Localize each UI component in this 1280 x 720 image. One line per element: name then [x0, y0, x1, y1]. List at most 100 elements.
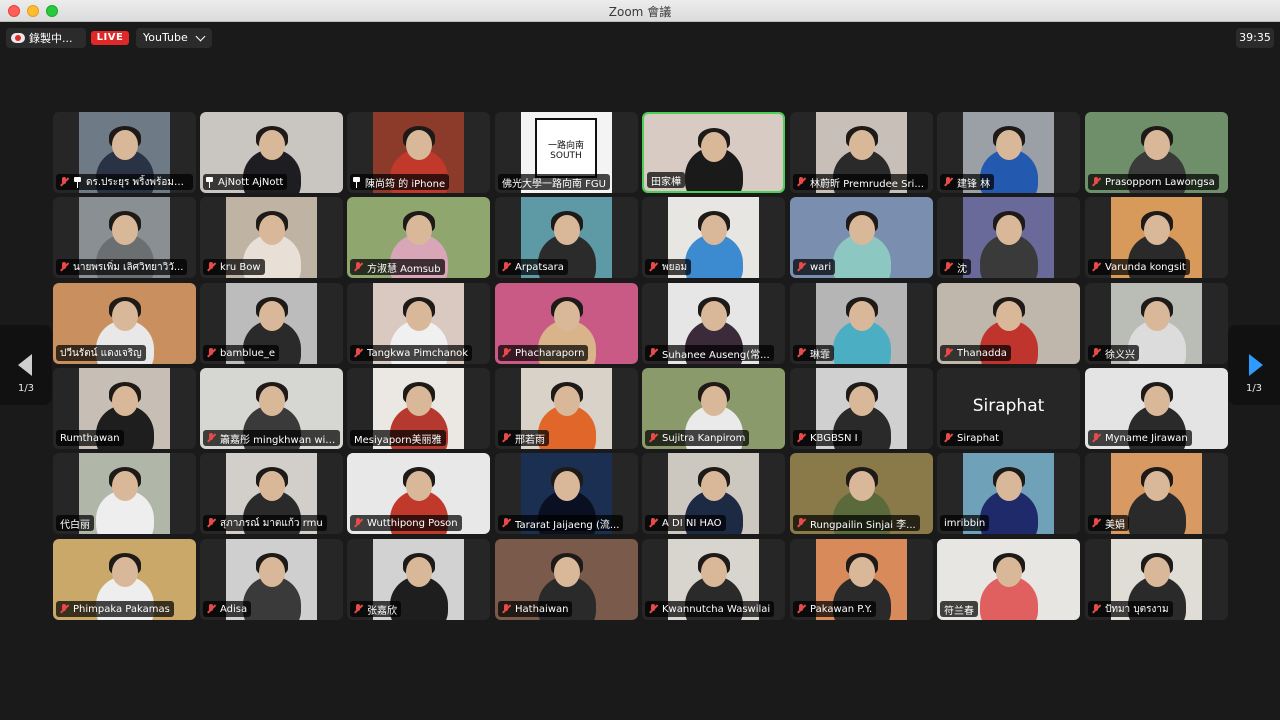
participant-tile[interactable]: Suhanee Auseng(常...: [642, 283, 785, 364]
participant-tile[interactable]: Thanadda: [937, 283, 1080, 364]
previous-page-button[interactable]: 1/3: [0, 325, 52, 405]
person-face: [111, 386, 138, 416]
participant-tile[interactable]: Varunda kongsit: [1085, 197, 1228, 278]
participant-tile[interactable]: A DI NI HAO: [642, 453, 785, 534]
participant-tile[interactable]: KBGBSN I: [790, 368, 933, 449]
participant-tile[interactable]: Myname Jirawan: [1085, 368, 1228, 449]
participant-tile[interactable]: Tararat Jaijaeng (流...: [495, 453, 638, 534]
participant-tile[interactable]: Tangkwa Pimchanok: [347, 283, 490, 364]
participant-name: ดร.ประยุร พริ้งพร้อมพ...: [86, 176, 189, 188]
participant-tile[interactable]: Phimpaka Pakamas: [53, 539, 196, 620]
participant-name-tag: ปวีนรัตน์ แดงเจริญ: [56, 345, 146, 361]
participant-name-tag: 美娟: [1088, 515, 1129, 531]
participant-name-tag: Varunda kongsit: [1088, 259, 1190, 275]
muted-mic-icon: [795, 176, 807, 188]
person-face: [111, 130, 138, 160]
participant-name-tag: Thanadda: [940, 345, 1011, 361]
person-face: [700, 132, 727, 162]
participant-tile[interactable]: 田家樺: [642, 112, 785, 193]
muted-mic-icon: [1090, 176, 1102, 188]
participant-tile[interactable]: ดร.ประยุร พริ้งพร้อมพ...: [53, 112, 196, 193]
participant-name: 张嘉欣: [367, 605, 397, 617]
muted-mic-icon: [58, 261, 70, 273]
participant-tile[interactable]: 一路向南 SOUTH 佛光大學一路向南 FGU: [495, 112, 638, 193]
person-face: [258, 215, 285, 245]
muted-mic-icon: [205, 347, 217, 359]
participant-name-tag: Myname Jirawan: [1088, 430, 1192, 446]
person-face: [848, 386, 875, 416]
participant-tile[interactable]: bamblue_e: [200, 283, 343, 364]
participant-tile[interactable]: 邢若雨: [495, 368, 638, 449]
participant-name: Mesiyaporn美丽雅: [354, 434, 442, 446]
person-face: [553, 471, 580, 501]
participant-tile[interactable]: 张嘉欣: [347, 539, 490, 620]
participant-name: Prasopporn Lawongsa: [1105, 176, 1215, 188]
participant-tile[interactable]: Wutthipong Poson: [347, 453, 490, 534]
participant-name: Pakawan P.Y.: [810, 603, 873, 615]
participant-tile[interactable]: พยอม: [642, 197, 785, 278]
participant-tile[interactable]: Phacharaporn: [495, 283, 638, 364]
person-face: [995, 301, 1022, 331]
participant-name-tag: Pakawan P.Y.: [793, 601, 877, 617]
next-page-button[interactable]: 1/3: [1228, 325, 1280, 405]
participant-name-tag: bamblue_e: [203, 345, 279, 361]
participant-name: wari: [810, 261, 832, 273]
participant-tile[interactable]: 美娟: [1085, 453, 1228, 534]
person-face: [258, 386, 285, 416]
participant-name-tag: A DI NI HAO: [645, 515, 726, 531]
participant-tile[interactable]: 方淑慧 Aomsub: [347, 197, 490, 278]
participant-tile[interactable]: Siraphat Siraphat: [937, 368, 1080, 449]
participant-tile[interactable]: 簫嘉彤 mingkhwan wir...: [200, 368, 343, 449]
participant-tile[interactable]: 符兰春: [937, 539, 1080, 620]
participant-name-tag: 琳霏: [793, 345, 834, 361]
participant-tile[interactable]: 林蔚昕 Premrudee Sri...: [790, 112, 933, 193]
participant-tile[interactable]: 建锋 林: [937, 112, 1080, 193]
participant-name: Hathaiwan: [515, 603, 569, 615]
participant-tile[interactable]: wari: [790, 197, 933, 278]
muted-mic-icon: [942, 347, 954, 359]
person-face: [700, 301, 727, 331]
participant-tile[interactable]: Rungpailin Sinjai 李...: [790, 453, 933, 534]
participant-tile[interactable]: Prasopporn Lawongsa: [1085, 112, 1228, 193]
participant-tile[interactable]: สุภาภรณ์ มาตแก้ว rmu: [200, 453, 343, 534]
participant-name-tag: Phacharaporn: [498, 345, 589, 361]
participant-tile[interactable]: Sujitra Kanpirom: [642, 368, 785, 449]
muted-mic-icon: [942, 261, 954, 273]
person-face: [848, 130, 875, 160]
participant-tile[interactable]: Arpatsara: [495, 197, 638, 278]
participant-tile[interactable]: ปวีนรัตน์ แดงเจริญ: [53, 283, 196, 364]
participant-tile[interactable]: kru Bow: [200, 197, 343, 278]
muted-mic-icon: [647, 347, 659, 359]
participant-tile[interactable]: Kwannutcha Waswilai: [642, 539, 785, 620]
participant-tile[interactable]: Pakawan P.Y.: [790, 539, 933, 620]
participant-name-tag: Adisa: [203, 601, 252, 617]
participant-name-tag: 符兰春: [940, 601, 978, 617]
muted-mic-icon: [647, 517, 659, 529]
participant-tile[interactable]: 沈: [937, 197, 1080, 278]
person-face: [848, 301, 875, 331]
participant-name-tag: 建锋 林: [940, 174, 995, 190]
participant-name: AjNott AjNott: [218, 176, 284, 188]
participant-tile[interactable]: Adisa: [200, 539, 343, 620]
participant-tile[interactable]: 琳霏: [790, 283, 933, 364]
participant-name-tag: Prasopporn Lawongsa: [1088, 174, 1219, 190]
participant-tile[interactable]: Hathaiwan: [495, 539, 638, 620]
participant-name-tag: 林蔚昕 Premrudee Sri...: [793, 174, 928, 190]
participant-name-tag: นายพรเพิ่ม เลิศวิทยาวิวั...: [56, 259, 188, 275]
participant-tile[interactable]: ปัทมา บุตรงาม: [1085, 539, 1228, 620]
participant-tile[interactable]: Rumthawan: [53, 368, 196, 449]
muted-mic-icon: [500, 261, 512, 273]
participant-name: Rungpailin Sinjai 李...: [810, 519, 916, 531]
participant-name-tag: wari: [793, 259, 836, 275]
participant-tile[interactable]: 代白丽: [53, 453, 196, 534]
participant-tile[interactable]: imribbin: [937, 453, 1080, 534]
participant-tile[interactable]: Mesiyaporn美丽雅: [347, 368, 490, 449]
person-face: [1143, 471, 1170, 501]
participant-name: 陳尚筠 的 iPhone: [365, 178, 446, 190]
participant-name: bamblue_e: [220, 347, 275, 359]
person-face: [995, 215, 1022, 245]
participant-tile[interactable]: 徐义兴: [1085, 283, 1228, 364]
participant-tile[interactable]: นายพรเพิ่ม เลิศวิทยาวิวั...: [53, 197, 196, 278]
participant-tile[interactable]: AjNott AjNott: [200, 112, 343, 193]
participant-tile[interactable]: 陳尚筠 的 iPhone: [347, 112, 490, 193]
